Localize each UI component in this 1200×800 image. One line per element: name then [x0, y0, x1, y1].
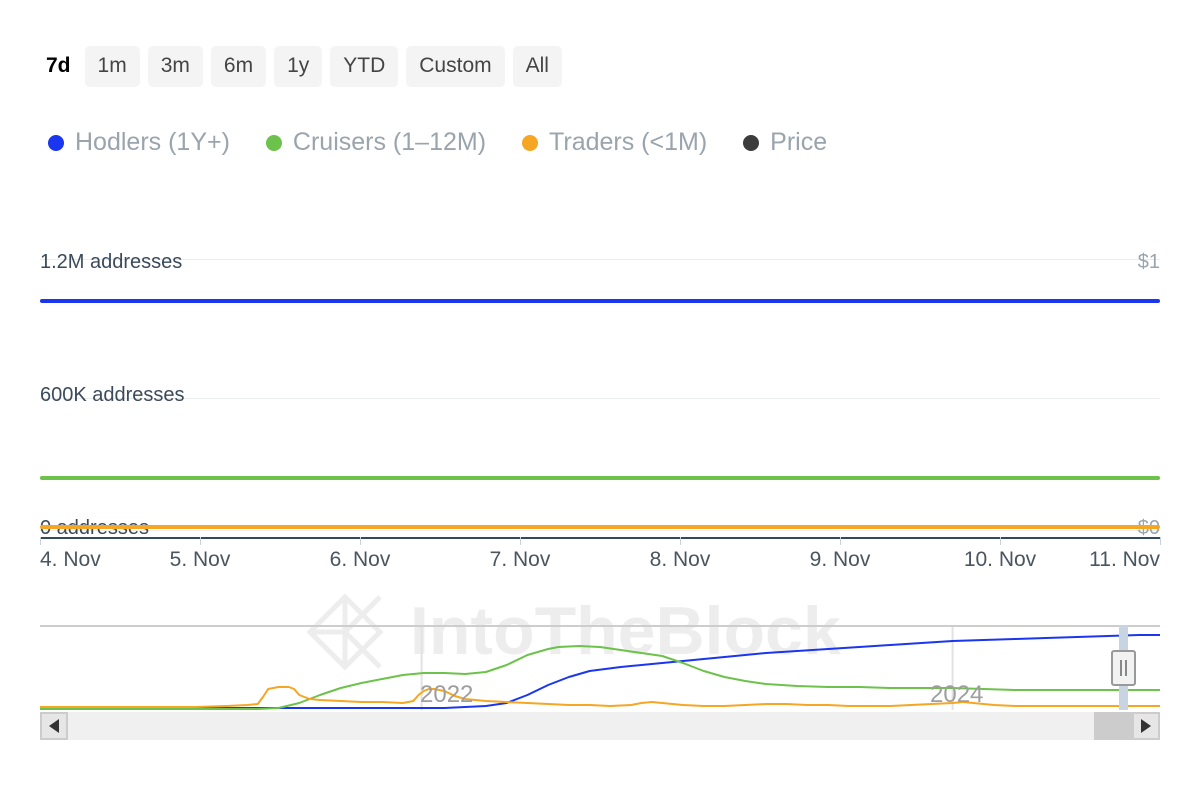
- x-axis-label-3: 7. Nov: [489, 548, 551, 571]
- range-button-all[interactable]: All: [512, 46, 562, 87]
- scroll-right-button[interactable]: [1132, 712, 1160, 740]
- legend-marker-icon-2: [522, 134, 539, 151]
- gridline-bottom: [40, 530, 1160, 531]
- x-axis: 4. Nov 5. Nov 6. Nov 7. Nov 8. Nov 9. Nov 10. …: [0, 537, 1200, 597]
- legend-label-0: Hodlers (1Y+): [75, 128, 230, 156]
- range-button-1y[interactable]: 1y: [274, 46, 323, 87]
- range-button-6m[interactable]: 6m: [210, 46, 267, 87]
- range-button-1m[interactable]: 1m: [84, 46, 140, 87]
- x-axis-label-1: 5. Nov: [169, 548, 231, 571]
- gridline-middle: [40, 398, 1160, 399]
- legend-item-2[interactable]: Traders (<1M): [522, 130, 707, 155]
- series-line-traders: [40, 525, 1160, 529]
- x-axis-label-4: 8. Nov: [649, 548, 711, 571]
- x-axis-label-0: 4. Nov: [40, 548, 101, 571]
- gridline-top: [40, 259, 1160, 260]
- x-axis-tick-0: [40, 537, 41, 545]
- navigator-series-1: [40, 646, 1160, 709]
- legend-marker-icon-3: [743, 134, 760, 151]
- legend-marker-icon-0: [48, 134, 64, 151]
- navigator-series-svg: [40, 627, 1160, 710]
- legend-marker-icon-1: [265, 134, 282, 151]
- chart-navigator[interactable]: 2022 2024: [40, 625, 1160, 710]
- legend-label-2: Traders (<1M): [549, 128, 708, 156]
- legend-item-0[interactable]: Hodlers (1Y+): [48, 130, 230, 155]
- y-axis-label-1200k: 1.2M addresses: [40, 251, 183, 273]
- x-axis-tick-2: [360, 537, 361, 545]
- x-axis-label-7: 11. Nov: [1089, 548, 1160, 571]
- chevron-left-icon: [49, 719, 59, 733]
- x-axis-label-2: 6. Nov: [329, 548, 391, 571]
- legend-item-1[interactable]: Cruisers (1–12M): [265, 128, 487, 156]
- navigator-series-0: [40, 635, 1160, 708]
- navigator-year-label-2022: 2022: [420, 681, 474, 708]
- y2-axis-label-1: $1: [1137, 251, 1160, 273]
- grip-bar-1: [1120, 660, 1122, 676]
- scroll-track[interactable]: [68, 712, 1132, 740]
- y-axis-label-600k: 600K addresses: [40, 384, 185, 406]
- chart-plot-area: IntoTheBlock 1.2M addresses 600K address…: [0, 230, 1200, 671]
- range-button-3m[interactable]: 3m: [147, 46, 203, 87]
- series-line-hodlers: [40, 299, 1160, 303]
- x-axis-label-5: 9. Nov: [809, 548, 871, 571]
- x-axis-tick-5: [840, 537, 841, 545]
- x-axis-tick-6: [1000, 537, 1001, 545]
- navigator-year-label-2024: 2024: [930, 681, 984, 708]
- x-axis-label-6: 10. Nov: [963, 548, 1037, 571]
- x-axis-tick-4: [680, 537, 681, 545]
- range-selector-toolbar: 7d 1m 3m 6m 1y YTD Custom All: [40, 46, 562, 87]
- x-axis-tick-7: [1160, 537, 1161, 545]
- scroll-left-button[interactable]: [40, 712, 68, 740]
- scroll-thumb[interactable]: [1094, 712, 1132, 740]
- range-button-custom[interactable]: Custom: [406, 46, 505, 87]
- legend-label-3: Price: [770, 128, 828, 156]
- range-button-7d[interactable]: 7d: [40, 46, 77, 87]
- legend-item-3[interactable]: Price: [743, 130, 827, 155]
- range-button-ytd[interactable]: YTD: [330, 46, 399, 87]
- x-axis-tick-3: [520, 537, 521, 545]
- navigator-right-handle[interactable]: [1111, 650, 1136, 686]
- navigator-scrollbar[interactable]: [40, 712, 1160, 740]
- series-line-cruisers: [40, 476, 1160, 480]
- legend-label-1: Cruisers (1–12M): [292, 128, 487, 156]
- grip-bar-2: [1125, 660, 1127, 676]
- x-axis-tick-1: [200, 537, 201, 545]
- chart-legend: Hodlers (1Y+) Cruisers (1–12M) Traders (<1…: [48, 130, 863, 155]
- chevron-right-icon: [1141, 719, 1151, 733]
